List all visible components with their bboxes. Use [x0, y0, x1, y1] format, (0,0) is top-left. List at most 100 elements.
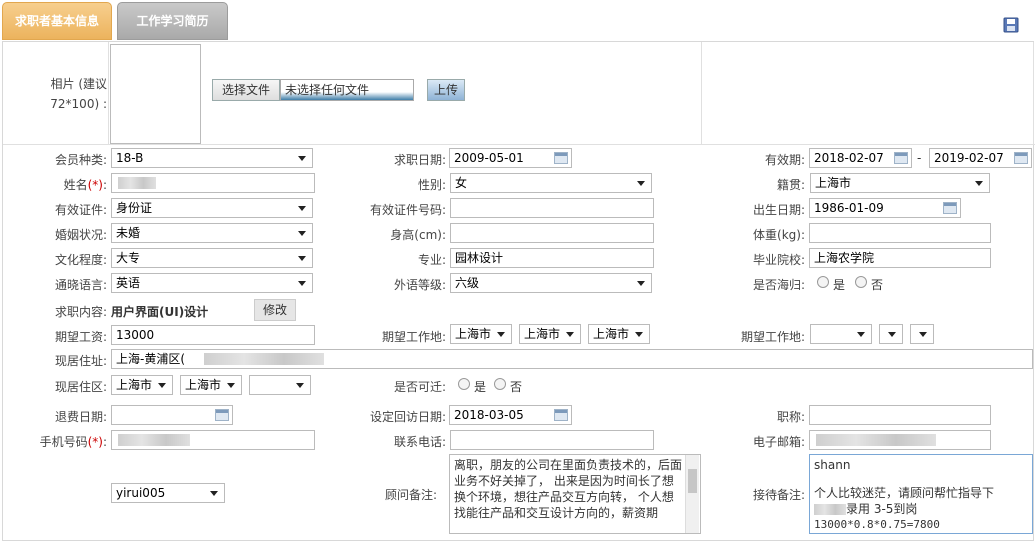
native-select[interactable]: 上海市	[810, 173, 990, 193]
overseas-yes-label: 是	[833, 278, 846, 292]
refund-date-input[interactable]	[111, 405, 233, 425]
birth-label: 出生日期:	[752, 203, 805, 217]
email-label: 电子邮箱:	[752, 435, 805, 449]
lang-level-label: 外语等级:	[393, 278, 446, 292]
calendar-icon	[943, 202, 957, 214]
major-label: 专业:	[417, 253, 446, 267]
address-label: 现居住址:	[54, 354, 107, 368]
address-input[interactable]: 上海-黄浦区(	[111, 349, 1033, 369]
valid-to-input[interactable]: 2019-02-07	[929, 148, 1032, 168]
weight-label: 体重(kg):	[753, 228, 805, 242]
native-label: 籍贯:	[776, 178, 805, 192]
weight-input[interactable]	[809, 223, 991, 243]
email-input[interactable]	[809, 430, 991, 450]
work-loc2-select-2[interactable]	[879, 324, 903, 344]
relocate-yes-radio[interactable]	[458, 378, 470, 390]
name-label: 姓名(*):	[63, 178, 107, 192]
upload-button[interactable]: 上传	[427, 79, 465, 101]
gender-label: 性别:	[417, 178, 446, 192]
overseas-no-radio[interactable]	[855, 276, 867, 288]
modify-button[interactable]: 修改	[254, 299, 296, 321]
work-loc-label: 期望工作地:	[381, 330, 446, 344]
calendar-icon	[554, 409, 568, 421]
id-number-label: 有效证件号码:	[369, 203, 446, 217]
save-icon[interactable]	[1003, 17, 1019, 33]
apply-date-input[interactable]: 2009-05-01	[449, 148, 572, 168]
school-input[interactable]: 上海农学院	[809, 248, 991, 268]
calendar-icon	[215, 409, 229, 421]
refund-label: 退费日期:	[54, 410, 107, 424]
id-number-input[interactable]	[450, 198, 654, 218]
photo-preview	[110, 44, 201, 144]
work-loc-label-2: 期望工作地:	[740, 330, 805, 344]
district-label: 现居住区:	[54, 380, 107, 394]
photo-label-1: 相片 (建议	[50, 77, 108, 91]
id-type-select[interactable]: 身份证	[111, 198, 313, 218]
lang-level-select[interactable]: 六级	[450, 273, 652, 293]
work-loc-select-1[interactable]: 上海市	[450, 324, 512, 344]
marital-label: 婚姻状况:	[54, 228, 107, 242]
consultant-note-scrollbar[interactable]	[685, 455, 699, 533]
consultant-note-label: 顾问备注:	[384, 488, 437, 502]
consultant-note-textarea[interactable]: 离职，朋友的公司在里面负责技术的，后面业务不好关掉了， 出来是因为时间长了想换个…	[449, 454, 701, 534]
phone-label: 联系电话:	[393, 435, 446, 449]
district-select-2[interactable]: 上海市	[180, 375, 242, 395]
relocate-no-radio[interactable]	[494, 378, 506, 390]
name-input[interactable]	[111, 173, 315, 193]
education-select[interactable]: 大专	[111, 248, 313, 268]
relocate-label: 是否可迁:	[393, 380, 446, 394]
gender-select[interactable]: 女	[450, 173, 652, 193]
no-file-text: 未选择任何文件	[280, 79, 414, 101]
member-type-select[interactable]: 18-B	[111, 148, 313, 168]
choose-file-button[interactable]: 选择文件	[212, 79, 280, 101]
major-input[interactable]: 园林设计	[450, 248, 654, 268]
callback-date-input[interactable]: 2018-03-05	[449, 405, 572, 425]
title-input[interactable]	[809, 405, 991, 425]
calendar-icon	[1014, 152, 1028, 164]
applicant-form: 相片 (建议 72*100) : 选择文件 未选择任何文件 上传 会员种类: 1…	[2, 41, 1035, 541]
work-loc2-select-3[interactable]	[910, 324, 934, 344]
birth-date-input[interactable]: 1986-01-09	[809, 198, 961, 218]
apply-date-label: 求职日期:	[393, 153, 446, 167]
salary-label: 期望工资:	[54, 330, 107, 344]
valid-label: 有效期:	[764, 153, 805, 167]
id-type-label: 有效证件:	[54, 203, 107, 217]
valid-from-input[interactable]: 2018-02-07	[809, 148, 912, 168]
reception-note-textarea[interactable]: shann 个人比较迷茫，请顾问帮忙指导下 录用 3-5到岗 13000*0.8…	[809, 454, 1033, 534]
mobile-label: 手机号码(*):	[39, 435, 107, 449]
mobile-input[interactable]	[111, 430, 315, 450]
work-loc-select-3[interactable]: 上海市	[588, 324, 650, 344]
tab-resume[interactable]: 工作学习简历	[117, 2, 228, 40]
height-label: 身高(cm):	[390, 228, 446, 242]
district-select-1[interactable]: 上海市	[111, 375, 173, 395]
title-label: 职称:	[776, 410, 805, 424]
tab-bar: 求职者基本信息 工作学习简历	[0, 0, 1036, 40]
school-label: 毕业院校:	[752, 253, 805, 267]
photo-label-2: 72*100) :	[50, 97, 107, 111]
height-input[interactable]	[450, 223, 654, 243]
district-select-3[interactable]	[249, 375, 311, 395]
marital-select[interactable]: 未婚	[111, 223, 313, 243]
phone-input[interactable]	[450, 430, 654, 450]
overseas-yes-radio[interactable]	[817, 276, 829, 288]
callback-label: 设定回访日期:	[369, 410, 446, 424]
relocate-no-label: 否	[510, 380, 523, 394]
work-loc2-select-1[interactable]	[810, 324, 872, 344]
relocate-yes-label: 是	[474, 380, 487, 394]
reception-note-label: 接待备注:	[752, 488, 805, 502]
tab-basic-info[interactable]: 求职者基本信息	[2, 2, 112, 40]
owner-select[interactable]: yirui005	[111, 483, 225, 503]
calendar-icon	[894, 152, 908, 164]
job-label: 求职内容:	[54, 305, 107, 319]
overseas-no-label: 否	[871, 278, 884, 292]
calendar-icon	[554, 152, 568, 164]
language-select[interactable]: 英语	[111, 273, 313, 293]
job-value: 用户界面(UI)设计	[111, 305, 209, 319]
language-label: 通晓语言:	[54, 278, 107, 292]
valid-separator: -	[917, 151, 922, 165]
salary-input[interactable]: 13000	[111, 325, 315, 345]
overseas-label: 是否海归:	[752, 278, 805, 292]
member-type-label: 会员种类:	[54, 153, 107, 167]
education-label: 文化程度:	[54, 253, 107, 267]
work-loc-select-2[interactable]: 上海市	[519, 324, 581, 344]
